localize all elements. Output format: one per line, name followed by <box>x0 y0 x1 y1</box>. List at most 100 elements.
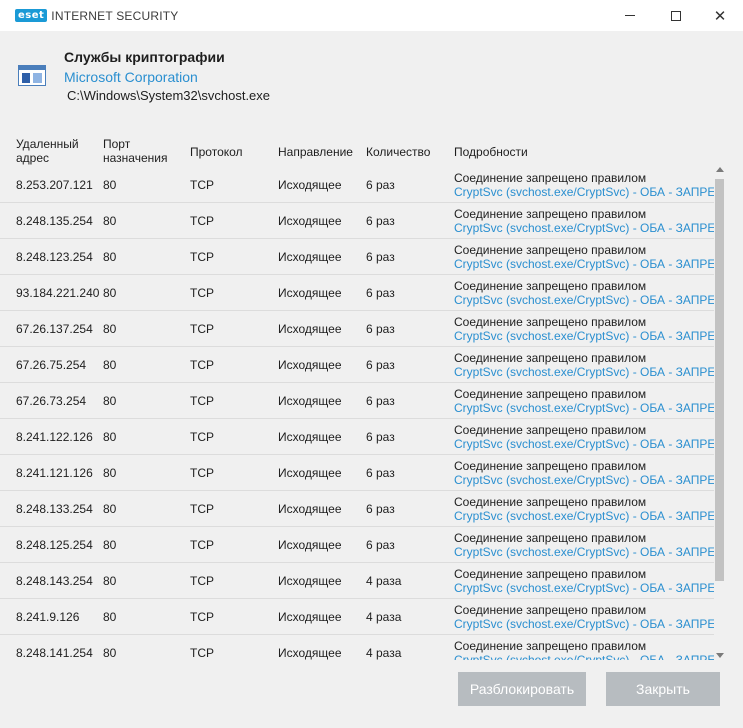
cell-dest-port: 80 <box>103 646 117 660</box>
close-button[interactable]: Закрыть <box>606 672 720 706</box>
cell-rule-link[interactable]: CryptSvc (svchost.exe/CryptSvc) - ОБА - … <box>454 509 715 523</box>
cell-count: 6 раз <box>366 502 395 516</box>
cell-rule-link[interactable]: CryptSvc (svchost.exe/CryptSvc) - ОБА - … <box>454 617 715 631</box>
close-window-button[interactable]: ✕ <box>697 0 743 31</box>
column-protocol[interactable]: Протокол <box>190 145 243 159</box>
maximize-button[interactable] <box>653 0 699 31</box>
cell-protocol: TCP <box>190 466 214 480</box>
minimize-button[interactable] <box>607 0 653 31</box>
cell-count: 6 раз <box>366 286 395 300</box>
cell-dest-port: 80 <box>103 466 117 480</box>
cell-rule-link[interactable]: CryptSvc (svchost.exe/CryptSvc) - ОБА - … <box>454 653 715 660</box>
cell-protocol: TCP <box>190 430 214 444</box>
cell-detail-text: Соединение запрещено правилом <box>454 567 647 581</box>
cell-dest-port: 80 <box>103 250 117 264</box>
cell-rule-link[interactable]: CryptSvc (svchost.exe/CryptSvc) - ОБА - … <box>454 257 715 271</box>
cell-direction: Исходящее <box>278 358 342 372</box>
process-vendor: Microsoft Corporation <box>64 69 198 85</box>
cell-protocol: TCP <box>190 502 214 516</box>
table-row[interactable]: 93.184.221.240 80 TCP Исходящее 6 раз Соедине… <box>0 275 715 311</box>
cell-detail-text: Соединение запрещено правилом <box>454 459 647 473</box>
table-row[interactable]: 8.253.207.121 80 TCP Исходящее 6 раз Соединен… <box>0 167 715 203</box>
table-scrollbar[interactable] <box>714 167 726 660</box>
scroll-down-icon[interactable] <box>716 653 724 658</box>
cell-detail-text: Соединение запрещено правилом <box>454 207 647 221</box>
cell-dest-port: 80 <box>103 178 117 192</box>
scroll-up-icon[interactable] <box>716 167 724 172</box>
cell-remote-address: 8.248.125.254 <box>16 538 93 552</box>
cell-direction: Исходящее <box>278 610 342 624</box>
cell-detail-text: Соединение запрещено правилом <box>454 639 647 653</box>
cell-direction: Исходящее <box>278 178 342 192</box>
cell-protocol: TCP <box>190 214 214 228</box>
table-row[interactable]: 8.241.121.126 80 TCP Исходящее 6 раз Соединен… <box>0 455 715 491</box>
cell-rule-link[interactable]: CryptSvc (svchost.exe/CryptSvc) - ОБА - … <box>454 221 715 235</box>
table-row[interactable]: 67.26.73.254 80 TCP Исходящее 6 раз Соединени… <box>0 383 715 419</box>
cell-remote-address: 8.248.141.254 <box>16 646 93 660</box>
cell-protocol: TCP <box>190 178 214 192</box>
cell-dest-port: 80 <box>103 430 117 444</box>
process-header: Службы криптографии Microsoft Corporatio… <box>0 31 743 131</box>
cell-direction: Исходящее <box>278 394 342 408</box>
cell-rule-link[interactable]: CryptSvc (svchost.exe/CryptSvc) - ОБА - … <box>454 437 715 451</box>
cell-rule-link[interactable]: CryptSvc (svchost.exe/CryptSvc) - ОБА - … <box>454 581 715 595</box>
cell-remote-address: 8.248.133.254 <box>16 502 93 516</box>
table-row[interactable]: 8.248.125.254 80 TCP Исходящее 6 раз Соединен… <box>0 527 715 563</box>
cell-count: 4 раза <box>366 574 402 588</box>
cell-rule-link[interactable]: CryptSvc (svchost.exe/CryptSvc) - ОБА - … <box>454 329 715 343</box>
product-name: INTERNET SECURITY <box>51 8 179 23</box>
cell-remote-address: 67.26.73.254 <box>16 394 87 408</box>
cell-protocol: TCP <box>190 394 214 408</box>
cell-count: 4 раза <box>366 610 402 624</box>
cell-direction: Исходящее <box>278 322 342 336</box>
cell-protocol: TCP <box>190 322 214 336</box>
cell-count: 6 раз <box>366 250 395 264</box>
process-path: C:\Windows\System32\svchost.exe <box>67 88 271 103</box>
cell-rule-link[interactable]: CryptSvc (svchost.exe/CryptSvc) - ОБА - … <box>454 473 715 487</box>
cell-remote-address: 67.26.137.254 <box>16 322 93 336</box>
cell-remote-address: 8.248.135.254 <box>16 214 93 228</box>
cell-rule-link[interactable]: CryptSvc (svchost.exe/CryptSvc) - ОБА - … <box>454 545 715 559</box>
cell-protocol: TCP <box>190 250 214 264</box>
column-remote-address[interactable]: Удаленный адрес <box>16 137 96 165</box>
cell-detail-text: Соединение запрещено правилом <box>454 279 647 293</box>
cell-count: 6 раз <box>366 358 395 372</box>
cell-protocol: TCP <box>190 646 214 660</box>
cell-rule-link[interactable]: CryptSvc (svchost.exe/CryptSvc) - ОБА - … <box>454 293 715 307</box>
cell-detail-text: Соединение запрещено правилом <box>454 531 647 545</box>
cell-protocol: TCP <box>190 574 214 588</box>
column-count[interactable]: Количество <box>366 145 430 159</box>
column-details[interactable]: Подробности <box>454 145 528 159</box>
cell-count: 6 раз <box>366 394 395 408</box>
table-row[interactable]: 67.26.75.254 80 TCP Исходящее 6 раз Соединени… <box>0 347 715 383</box>
cell-direction: Исходящее <box>278 646 342 660</box>
table-row[interactable]: 8.248.135.254 80 TCP Исходящее 6 раз Соединен… <box>0 203 715 239</box>
table-row[interactable]: 8.248.143.254 80 TCP Исходящее 4 раза Соедине… <box>0 563 715 599</box>
scroll-thumb[interactable] <box>715 179 724 581</box>
unblock-button[interactable]: Разблокировать <box>458 672 586 706</box>
cell-rule-link[interactable]: CryptSvc (svchost.exe/CryptSvc) - ОБА - … <box>454 365 715 379</box>
cell-direction: Исходящее <box>278 214 342 228</box>
cell-detail-text: Соединение запрещено правилом <box>454 495 647 509</box>
table-row[interactable]: 67.26.137.254 80 TCP Исходящее 6 раз Соединен… <box>0 311 715 347</box>
cell-remote-address: 8.248.143.254 <box>16 574 93 588</box>
cell-remote-address: 93.184.221.240 <box>16 286 100 300</box>
table-header: Удаленный адрес Порт назначения Протокол… <box>0 137 743 169</box>
cell-protocol: TCP <box>190 538 214 552</box>
cell-direction: Исходящее <box>278 286 342 300</box>
table-row[interactable]: 8.241.122.126 80 TCP Исходящее 6 раз Соединен… <box>0 419 715 455</box>
cell-rule-link[interactable]: CryptSvc (svchost.exe/CryptSvc) - ОБА - … <box>454 401 715 415</box>
cell-dest-port: 80 <box>103 502 117 516</box>
table-row[interactable]: 8.248.123.254 80 TCP Исходящее 6 раз Соединен… <box>0 239 715 275</box>
table-row[interactable]: 8.241.9.126 80 TCP Исходящее 4 раза Соединени… <box>0 599 715 635</box>
column-direction[interactable]: Направление <box>278 145 353 159</box>
cell-dest-port: 80 <box>103 286 117 300</box>
table-row[interactable]: 8.248.141.254 80 TCP Исходящее 4 раза Соедине… <box>0 635 715 660</box>
cell-rule-link[interactable]: CryptSvc (svchost.exe/CryptSvc) - ОБА - … <box>454 185 715 199</box>
cell-remote-address: 8.241.122.126 <box>16 430 93 444</box>
cell-detail-text: Соединение запрещено правилом <box>454 423 647 437</box>
cell-protocol: TCP <box>190 286 214 300</box>
table-row[interactable]: 8.248.133.254 80 TCP Исходящее 6 раз Соединен… <box>0 491 715 527</box>
cell-count: 4 раза <box>366 646 402 660</box>
column-dest-port[interactable]: Порт назначения <box>103 137 183 165</box>
